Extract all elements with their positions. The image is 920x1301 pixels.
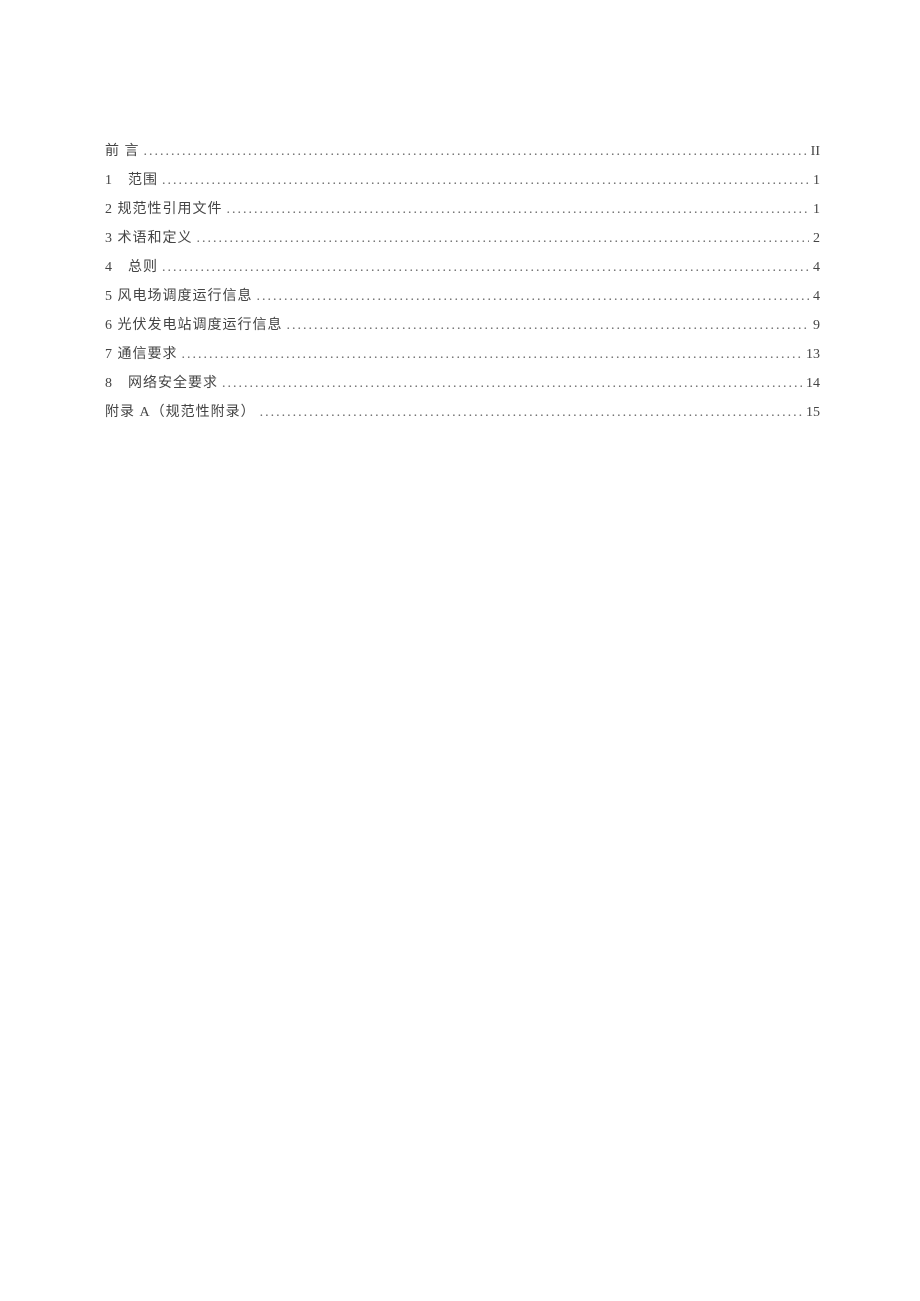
toc-entry: 3 术语和定义 2 (105, 232, 820, 246)
toc-entry: 2 规范性引用文件 1 (105, 203, 820, 217)
toc-leader-dots (257, 290, 810, 304)
toc-entry-page: 1 (813, 174, 820, 188)
toc-leader-dots (260, 406, 802, 420)
toc-leader-dots (182, 348, 803, 362)
toc-leader-dots (197, 232, 810, 246)
toc-entry-title: 1 范围 (105, 174, 158, 188)
toc-entry-page: 4 (813, 261, 820, 275)
toc-entry: 前 言 II (105, 145, 820, 159)
toc-entry-page: II (811, 145, 820, 159)
toc-entry: 4 总则 4 (105, 261, 820, 275)
table-of-contents: 前 言 II 1 范围 1 2 规范性引用文件 1 3 术语和定义 2 4 总则… (105, 145, 820, 420)
toc-leader-dots (222, 377, 802, 391)
toc-entry: 附录 A（规范性附录） 15 (105, 406, 820, 420)
toc-entry: 1 范围 1 (105, 174, 820, 188)
toc-entry-title: 3 术语和定义 (105, 232, 193, 246)
toc-leader-dots (162, 261, 809, 275)
toc-entry-title: 8 网络安全要求 (105, 377, 218, 391)
toc-entry-page: 2 (813, 232, 820, 246)
toc-leader-dots (144, 145, 807, 159)
toc-entry: 7 通信要求 13 (105, 348, 820, 362)
toc-entry-title: 6 光伏发电站调度运行信息 (105, 319, 283, 333)
toc-entry: 8 网络安全要求 14 (105, 377, 820, 391)
toc-entry-title: 2 规范性引用文件 (105, 203, 223, 217)
toc-entry-page: 13 (806, 348, 820, 362)
toc-entry-page: 15 (806, 406, 820, 420)
toc-entry-page: 1 (813, 203, 820, 217)
toc-entry: 5 风电场调度运行信息 4 (105, 290, 820, 304)
toc-entry: 6 光伏发电站调度运行信息 9 (105, 319, 820, 333)
toc-entry-title: 7 通信要求 (105, 348, 178, 362)
toc-entry-page: 4 (813, 290, 820, 304)
toc-entry-title: 5 风电场调度运行信息 (105, 290, 253, 304)
toc-entry-title: 附录 A（规范性附录） (105, 406, 256, 420)
toc-leader-dots (287, 319, 810, 333)
toc-entry-title: 4 总则 (105, 261, 158, 275)
toc-entry-page: 9 (813, 319, 820, 333)
toc-entry-title: 前 言 (105, 145, 140, 159)
toc-leader-dots (162, 174, 809, 188)
toc-entry-page: 14 (806, 377, 820, 391)
toc-leader-dots (227, 203, 810, 217)
